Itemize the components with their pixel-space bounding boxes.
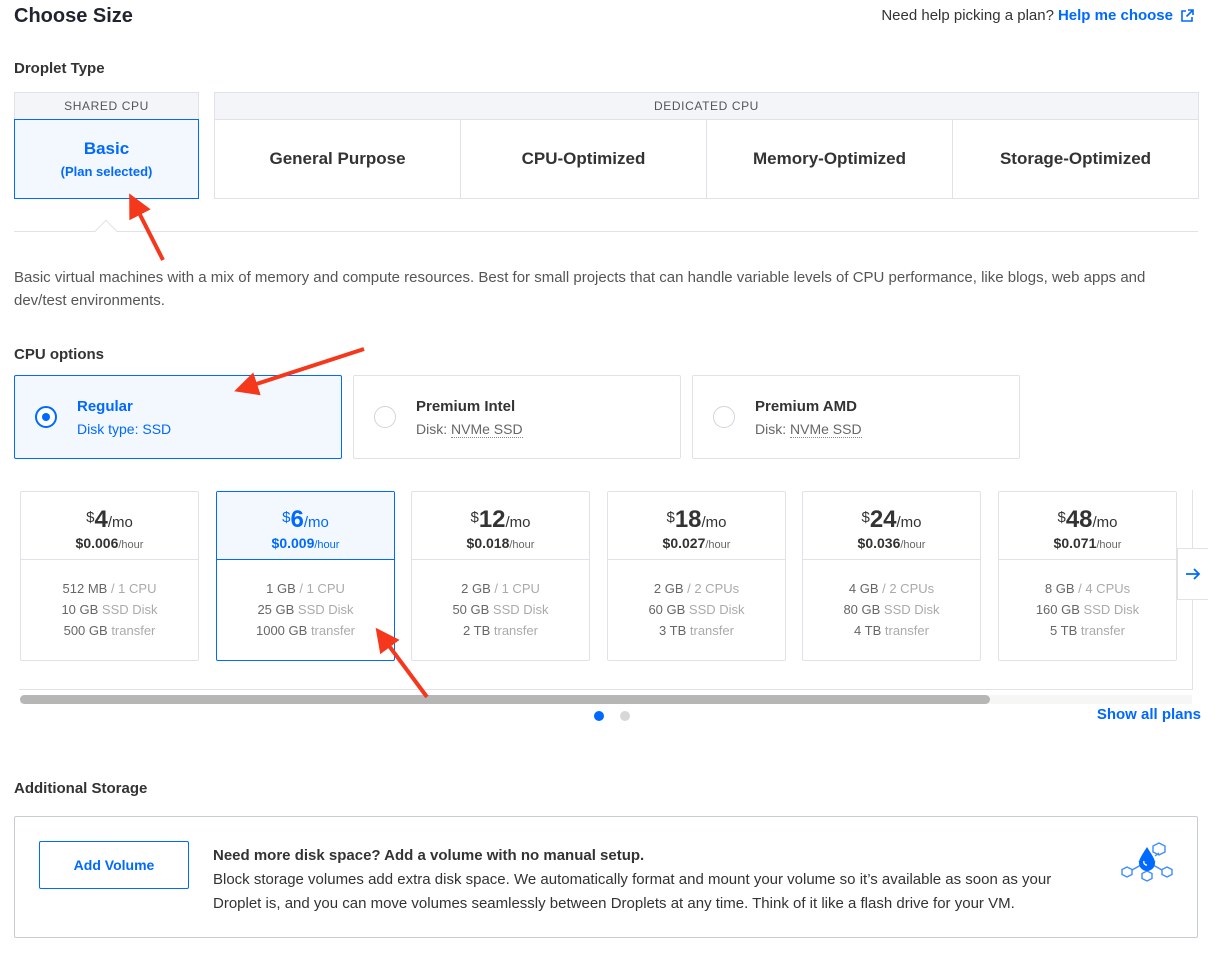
plan-card-12[interactable]: $12/mo $0.018/hour 2 GB / 1 CPU 50 GB SS… xyxy=(411,491,590,661)
droplet-type-general-purpose[interactable]: General Purpose xyxy=(215,120,461,198)
plan-hourly: $0.071 xyxy=(1053,535,1097,551)
plan-price: 6 xyxy=(290,506,304,533)
plan-price: 12 xyxy=(478,506,506,533)
dedicated-cpu-header: DEDICATED CPU xyxy=(215,93,1198,120)
basic-label: Basic xyxy=(83,139,130,158)
annotation-arrow-basic xyxy=(129,193,165,261)
plan-card-4[interactable]: $4/mo $0.006/hour 512 MB / 1 CPU 10 GB S… xyxy=(20,491,199,661)
help-prompt: Need help picking a plan? xyxy=(881,7,1054,24)
plans-scrollbar[interactable] xyxy=(20,695,1192,704)
show-all-plans-link[interactable]: Show all plans xyxy=(1097,706,1201,723)
plan-hourly: $0.027 xyxy=(662,535,706,551)
shared-cpu-group: SHARED CPU Basic (Plan selected) xyxy=(14,92,199,199)
droplet-type-basic[interactable]: Basic (Plan selected) xyxy=(14,119,199,199)
plans-carousel: $4/mo $0.006/hour 512 MB / 1 CPU 10 GB S… xyxy=(19,490,1193,690)
add-volume-button[interactable]: Add Volume xyxy=(39,841,189,889)
plan-hourly: $0.036 xyxy=(857,535,901,551)
section-divider xyxy=(14,231,1198,232)
radio-unselected[interactable] xyxy=(713,406,735,428)
cpu-option-title: Premium AMD xyxy=(755,397,857,415)
cpu-options-label: CPU options xyxy=(14,346,104,363)
cpu-option-disk: Disk: NVMe SSD xyxy=(416,420,523,438)
plan-card-6[interactable]: $6/mo $0.009/hour 1 GB / 1 CPU 25 GB SSD… xyxy=(216,491,395,661)
plan-selected-label: (Plan selected) xyxy=(60,164,153,179)
plan-hourly: $0.006 xyxy=(75,535,119,551)
radio-selected[interactable] xyxy=(35,406,57,428)
carousel-dot-2[interactable] xyxy=(620,711,630,721)
external-link-icon[interactable] xyxy=(1180,8,1194,23)
plan-price: 24 xyxy=(869,506,897,533)
arrow-right-icon xyxy=(1186,568,1201,580)
cpu-option-premium-amd[interactable]: Premium AMD Disk: NVMe SSD xyxy=(692,375,1020,459)
droplet-type-description: Basic virtual machines with a mix of mem… xyxy=(14,269,1146,309)
volume-illustration-icon xyxy=(1121,842,1173,882)
plan-hourly: $0.018 xyxy=(466,535,510,551)
cpu-option-title: Premium Intel xyxy=(416,397,516,415)
droplet-type-memory-optimized[interactable]: Memory-Optimized xyxy=(707,120,953,198)
additional-storage-label: Additional Storage xyxy=(14,780,148,797)
next-plans-button[interactable] xyxy=(1177,548,1208,600)
cpu-option-title: Regular xyxy=(77,397,133,415)
plan-price: 48 xyxy=(1065,506,1093,533)
carousel-dot-1[interactable] xyxy=(594,711,604,721)
storage-description: Need more disk space? Add a volume with … xyxy=(213,844,1103,916)
scrollbar-thumb[interactable] xyxy=(20,695,990,704)
selection-pointer xyxy=(94,219,118,243)
cpu-option-disk: Disk: NVMe SSD xyxy=(755,420,862,438)
radio-unselected[interactable] xyxy=(374,406,396,428)
cpu-option-premium-intel[interactable]: Premium Intel Disk: NVMe SSD xyxy=(353,375,681,459)
shared-cpu-header: SHARED CPU xyxy=(15,93,198,120)
dedicated-cpu-group: DEDICATED CPU General Purpose CPU-Optimi… xyxy=(214,92,1199,199)
help-me-choose-link[interactable]: Help me choose xyxy=(1058,7,1173,24)
plan-price: 4 xyxy=(94,506,108,533)
cpu-option-regular[interactable]: Regular Disk type: SSD xyxy=(14,375,342,459)
plan-card-18[interactable]: $18/mo $0.027/hour 2 GB / 2 CPUs 60 GB S… xyxy=(607,491,786,661)
plan-price: 18 xyxy=(674,506,702,533)
plan-hourly: $0.009 xyxy=(271,535,315,551)
help-text: Need help picking a plan? Help me choose xyxy=(881,7,1194,24)
additional-storage-box: Add Volume Need more disk space? Add a v… xyxy=(14,816,1198,938)
droplet-type-label: Droplet Type xyxy=(14,60,105,77)
droplet-type-storage-optimized[interactable]: Storage-Optimized xyxy=(953,120,1198,198)
storage-body: Block storage volumes add extra disk spa… xyxy=(213,871,1052,912)
plan-card-24[interactable]: $24/mo $0.036/hour 4 GB / 2 CPUs 80 GB S… xyxy=(802,491,981,661)
page-title: Choose Size xyxy=(14,5,133,27)
droplet-type-cpu-optimized[interactable]: CPU-Optimized xyxy=(461,120,707,198)
cpu-option-disk: Disk type: SSD xyxy=(77,420,172,437)
plan-card-48[interactable]: $48/mo $0.071/hour 8 GB / 4 CPUs 160 GB … xyxy=(998,491,1177,661)
storage-headline: Need more disk space? Add a volume with … xyxy=(213,847,645,864)
